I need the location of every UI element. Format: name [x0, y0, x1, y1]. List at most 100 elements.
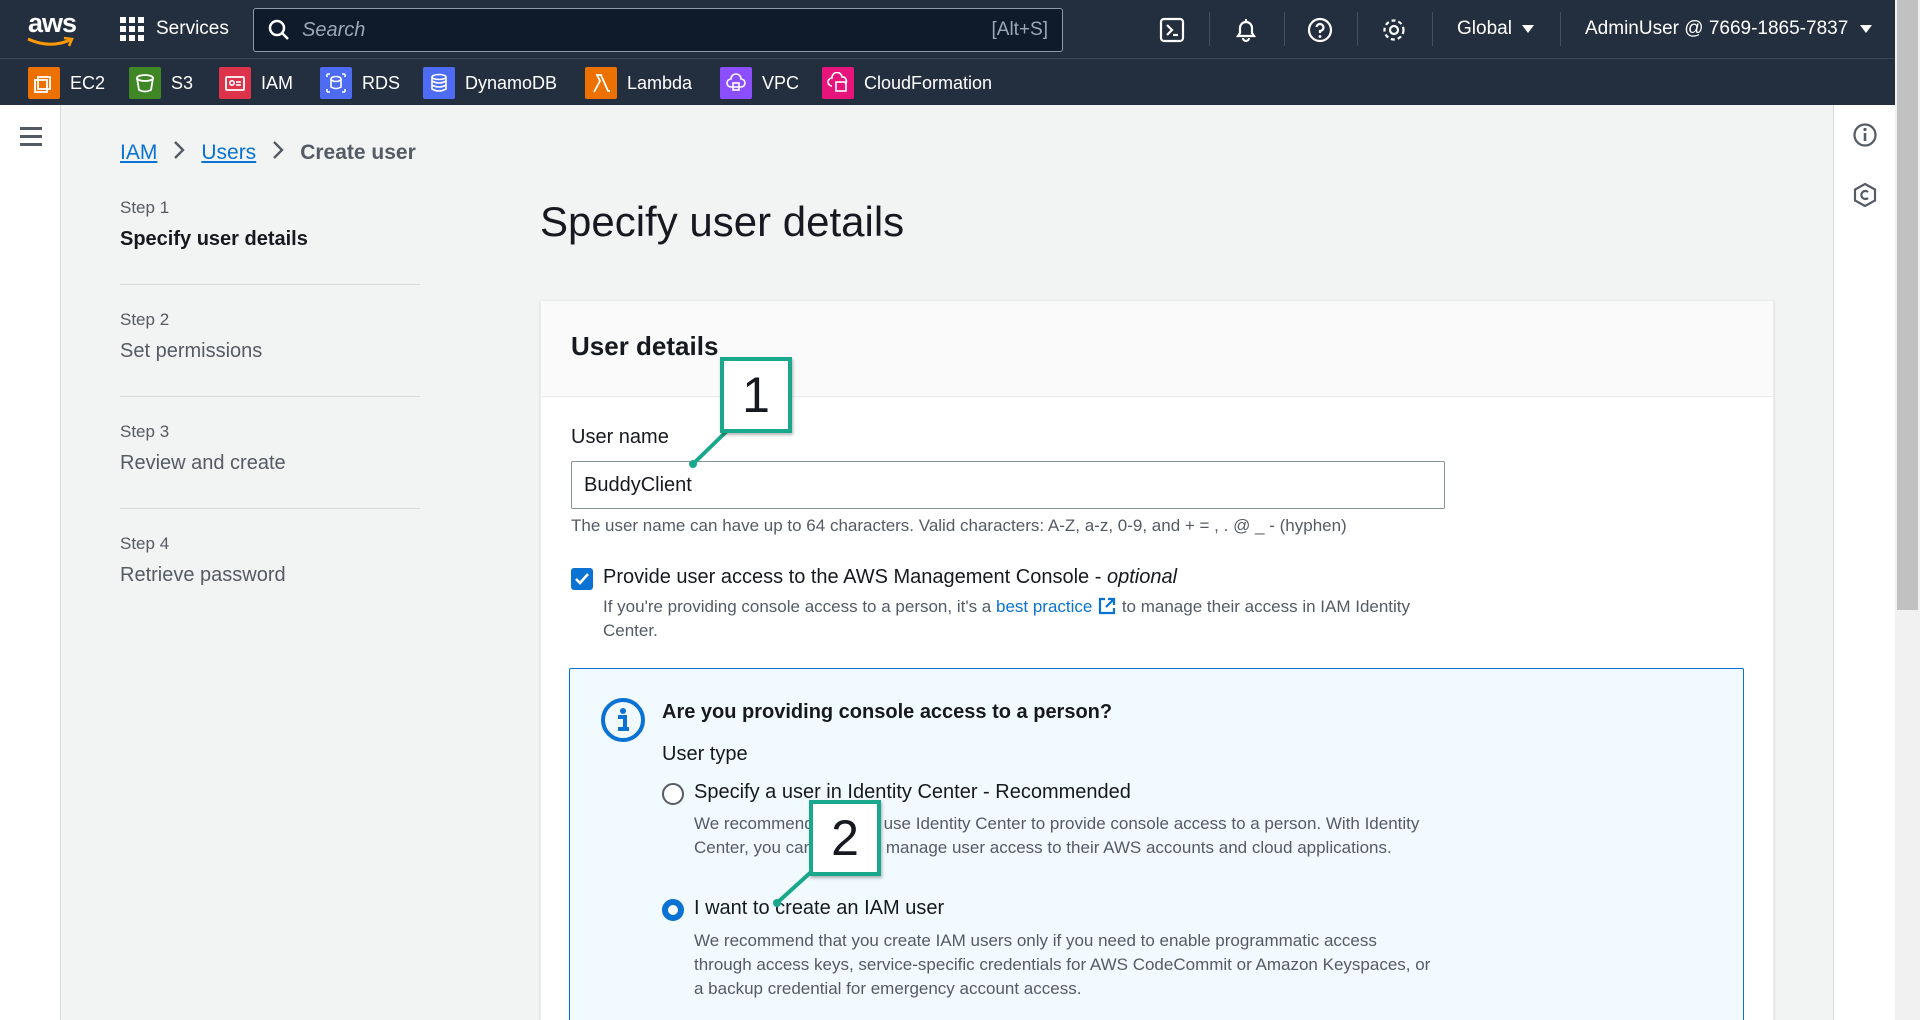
external-link-icon — [1099, 597, 1116, 615]
service-shortcut-iam[interactable]: IAM — [219, 67, 293, 99]
search-shortcut: [Alt+S] — [991, 19, 1049, 40]
settings-icon[interactable] — [1378, 14, 1410, 46]
service-shortcut-s3[interactable]: S3 — [129, 67, 193, 99]
grid-icon — [120, 17, 144, 41]
service-shortcut-cloudformation[interactable]: CloudFormation — [822, 67, 992, 99]
top-navigation-bar: aws Services [Alt+S] Global — [0, 0, 1920, 58]
service-label: Lambda — [627, 72, 693, 93]
ec2-icon — [28, 67, 60, 99]
region-label: Global — [1457, 18, 1512, 39]
left-rail — [0, 105, 61, 1020]
step-number: Step 1 — [120, 198, 170, 217]
bell-icon[interactable] — [1230, 14, 1262, 46]
console-access-label: Provide user access to the AWS Managemen… — [603, 566, 1177, 589]
vpc-icon — [720, 67, 752, 99]
step-label: Specify user details — [120, 228, 308, 250]
step-label: Review and create — [120, 452, 286, 474]
console-access-description: If you're providing console access to a … — [603, 595, 1423, 643]
chevron-right-icon — [272, 140, 284, 166]
info-panel-icon[interactable] — [1852, 122, 1878, 148]
caret-down-icon — [1521, 25, 1534, 33]
divider — [1357, 12, 1358, 46]
best-practice-link-text: best practice — [995, 597, 1093, 616]
checkmark-icon — [575, 573, 589, 585]
service-label: VPC — [762, 72, 800, 93]
divider — [1209, 12, 1210, 46]
console-access-checkbox[interactable] — [571, 568, 593, 590]
step-label: Retrieve password — [120, 564, 286, 586]
username-input[interactable] — [571, 461, 1445, 509]
step-label: Set permissions — [120, 340, 263, 362]
card-title: User details — [571, 331, 719, 361]
search-icon — [268, 19, 289, 40]
identity-center-label: Specify a user in Identity Center - Reco… — [694, 781, 1131, 803]
region-selector[interactable]: Global — [1457, 18, 1534, 40]
aws-logo[interactable]: aws — [24, 8, 80, 52]
callout-1: 1 — [720, 357, 792, 433]
s3-icon — [129, 67, 161, 99]
step-divider — [120, 396, 420, 397]
service-label: RDS — [362, 72, 401, 93]
service-label: CloudFormation — [864, 72, 993, 93]
cloudshell-icon[interactable] — [1156, 14, 1188, 46]
step-number: Step 4 — [120, 534, 170, 553]
service-shortcut-dynamodb[interactable]: DynamoDB — [423, 67, 557, 99]
breadcrumb: IAM Users Create user — [120, 140, 416, 166]
page-title: Specify user details — [540, 198, 905, 245]
user-type-label: User type — [662, 743, 748, 765]
services-label: Services — [156, 18, 229, 39]
breadcrumb-users-link[interactable]: Users — [201, 141, 256, 165]
aws-smile-icon — [27, 36, 74, 47]
info-icon — [600, 697, 646, 743]
divider — [1284, 12, 1285, 46]
service-shortcut-ec2[interactable]: EC2 — [28, 67, 105, 99]
cloudformation-icon — [822, 67, 854, 99]
username-label: User name — [571, 426, 669, 448]
breadcrumb-current: Create user — [300, 141, 416, 164]
menu-icon[interactable] — [20, 127, 42, 151]
wizard-step-1: Step 1 Specify user details — [120, 198, 420, 251]
service-shortcut-vpc[interactable]: VPC — [720, 67, 799, 99]
identity-center-description: We recommend that you use Identity Cente… — [694, 814, 1420, 857]
divider — [1560, 12, 1561, 46]
wizard-step-2: Step 2 Set permissions — [120, 310, 420, 363]
wizard-step-4: Step 4 Retrieve password — [120, 534, 420, 587]
account-menu[interactable]: AdminUser @ 7669-1865-7837 — [1585, 18, 1873, 40]
step-divider — [120, 508, 420, 509]
step-number: Step 3 — [120, 422, 170, 441]
console-access-text: Provide user access to the AWS Managemen… — [603, 566, 1107, 588]
rds-icon — [320, 67, 352, 99]
search-bar[interactable]: [Alt+S] — [253, 8, 1063, 52]
service-shortcut-lambda[interactable]: Lambda — [585, 67, 692, 99]
iam-icon — [219, 67, 251, 99]
services-shortcut-bar: EC2 S3 IAM RDS DynamoDB Lambda VPC Cloud… — [0, 58, 1920, 105]
iam-user-radio[interactable] — [662, 899, 684, 921]
iam-user-label: I want to create an IAM user — [694, 897, 945, 919]
search-input[interactable] — [290, 9, 992, 51]
hexagon-icon[interactable] — [1852, 182, 1878, 208]
service-shortcut-rds[interactable]: RDS — [320, 67, 400, 99]
service-label: EC2 — [70, 72, 106, 93]
services-menu-button[interactable]: Services — [120, 14, 229, 44]
caret-down-icon — [1860, 25, 1873, 33]
desc-prefix: If you're providing console access to a … — [603, 597, 996, 616]
identity-center-radio[interactable] — [662, 783, 684, 805]
aws-logo-text: aws — [28, 8, 77, 38]
right-rail — [1833, 105, 1895, 1020]
chevron-right-icon — [173, 140, 186, 166]
service-label: S3 — [171, 72, 194, 93]
step-number: Step 2 — [120, 310, 170, 329]
divider — [1432, 12, 1433, 46]
account-label: AdminUser @ 7669-1865-7837 — [1585, 18, 1849, 39]
dynamodb-icon — [423, 67, 455, 99]
scrollbar-thumb[interactable] — [1897, 0, 1918, 610]
optional-text: optional — [1106, 566, 1178, 588]
callout-2: 2 — [809, 800, 881, 876]
help-icon[interactable] — [1304, 14, 1336, 46]
service-label: IAM — [261, 72, 294, 93]
best-practice-link[interactable]: best practice — [996, 597, 1117, 616]
service-label: DynamoDB — [465, 72, 558, 93]
lambda-icon — [585, 67, 617, 99]
breadcrumb-iam-link[interactable]: IAM — [120, 141, 157, 165]
info-title: Are you providing console access to a pe… — [662, 701, 1113, 723]
